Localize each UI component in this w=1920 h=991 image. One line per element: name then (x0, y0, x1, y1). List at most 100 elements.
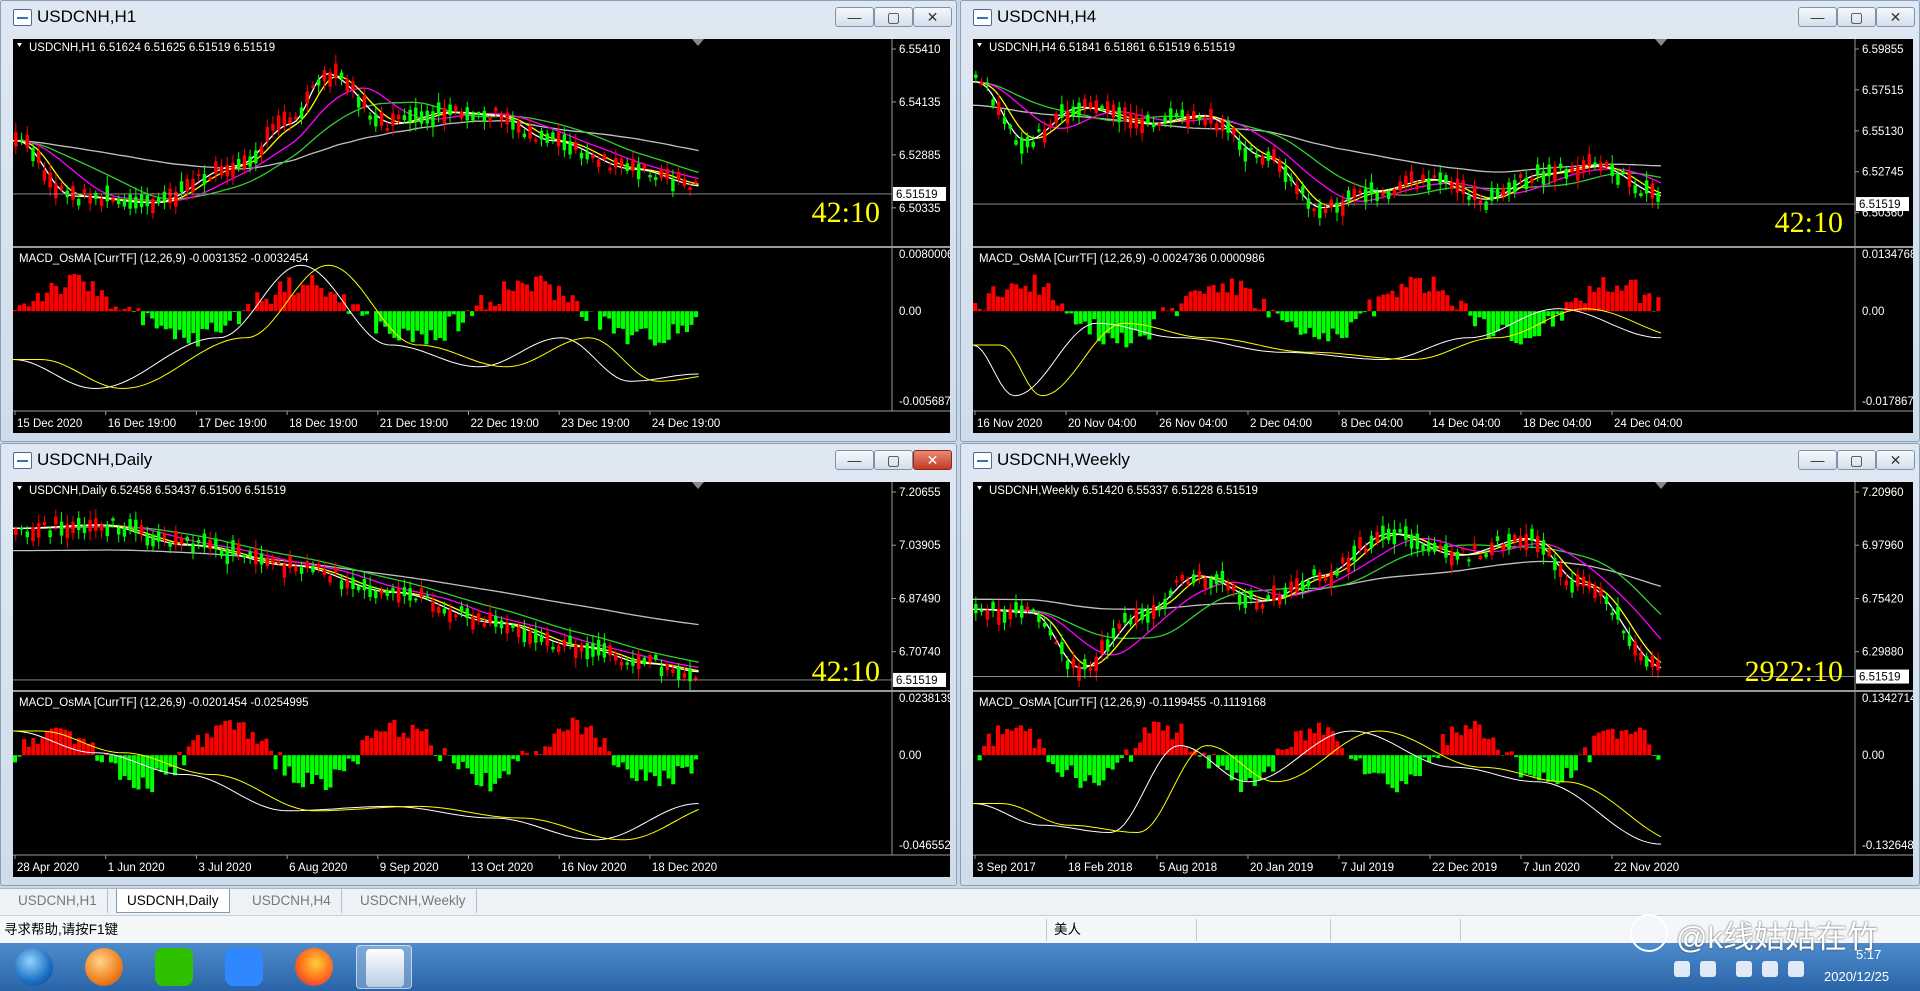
monitor-tray-icon[interactable] (1788, 961, 1804, 977)
osma-bar (255, 292, 260, 312)
candle-body (1283, 587, 1288, 597)
tab-usdcnh-h1[interactable]: USDCNH,H1 (8, 889, 108, 913)
candle-body (1014, 140, 1018, 145)
price-and-macd-chart[interactable]: USDCNH,Daily 6.52458 6.53437 6.51500 6.5… (13, 482, 950, 877)
taskbar-sync-app[interactable] (76, 945, 132, 989)
chart-area[interactable]: USDCNH,Daily 6.52458 6.53437 6.51500 6.5… (13, 482, 950, 877)
maximize-button[interactable]: ▢ (1837, 7, 1876, 27)
candle-body (294, 566, 298, 572)
watermark-text: @k线姑姑在竹 (1676, 920, 1878, 955)
tab-usdcnh-weekly[interactable]: USDCNH,Weekly (350, 889, 477, 913)
chart-window-usdcnh-weekly[interactable]: USDCNH,Weekly — ▢ ✕ USDCNH,Weekly 6.5142… (960, 443, 1920, 886)
osma-bar (570, 295, 575, 312)
time-tick-label: 5 Aug 2018 (1159, 862, 1217, 874)
price-and-macd-chart[interactable]: USDCNH,H1 6.51624 6.51625 6.51519 6.5151… (13, 39, 950, 433)
osma-bar (1390, 290, 1395, 312)
window-titlebar[interactable]: USDCNH,H1 — ▢ ✕ (1, 1, 956, 33)
clock-date[interactable]: 2020/12/25 (1824, 969, 1889, 984)
close-button[interactable]: ✕ (1876, 7, 1915, 27)
window-titlebar[interactable]: USDCNH,Daily — ▢ ✕ (1, 444, 956, 476)
time-tick-label: 26 Nov 04:00 (1159, 418, 1227, 430)
osma-bar (1422, 755, 1427, 758)
candle-body (36, 523, 41, 538)
taskbar-metatrader[interactable] (356, 945, 412, 989)
start-button[interactable] (6, 945, 62, 989)
osma-bar (200, 311, 205, 329)
candle-body (602, 643, 607, 658)
volume-tray-icon[interactable] (1762, 961, 1778, 977)
osma-bar (1436, 755, 1441, 759)
network-tray-icon[interactable] (1736, 961, 1752, 977)
close-button[interactable]: ✕ (913, 450, 952, 470)
candle-body (545, 632, 549, 646)
minimize-button[interactable]: — (1798, 7, 1837, 27)
osma-bar (1656, 297, 1661, 312)
candle-body (402, 115, 407, 121)
maximize-button[interactable]: ▢ (1837, 450, 1876, 470)
osma-bar (1005, 728, 1010, 756)
price-and-macd-chart[interactable]: USDCNH,Weekly 6.51420 6.55337 6.51228 6.… (973, 482, 1913, 877)
chart-shift-marker[interactable] (1655, 39, 1667, 46)
osma-bar (250, 732, 255, 756)
close-button[interactable]: ✕ (913, 7, 952, 27)
candle-body (1363, 188, 1368, 203)
candle-body (1495, 188, 1500, 197)
osma-bar (1037, 738, 1042, 756)
chart-window-usdcnh-h4[interactable]: USDCNH,H4 — ▢ ✕ USDCNH,H4 6.51841 6.5186… (960, 0, 1920, 442)
window-titlebar[interactable]: USDCNH,Weekly — ▢ ✕ (961, 444, 1919, 476)
taskbar-firefox[interactable] (286, 945, 342, 989)
collapse-triangle-icon[interactable] (977, 43, 982, 47)
osma-bar (223, 720, 228, 756)
minimize-button[interactable]: — (1798, 450, 1837, 470)
osma-bar (1133, 311, 1138, 331)
candle-body (1541, 540, 1546, 555)
taskbar-wechat[interactable] (146, 945, 202, 989)
chart-window-usdcnh-daily[interactable]: USDCNH,Daily — ▢ ✕ USDCNH,Daily 6.52458 … (0, 443, 957, 886)
minimize-button[interactable]: — (835, 7, 874, 27)
chart-shift-marker[interactable] (692, 39, 704, 46)
osma-bar (662, 311, 667, 344)
candle-body (591, 155, 595, 159)
window-title: USDCNH,Daily (37, 450, 153, 469)
candle-body (1232, 584, 1236, 591)
tab-usdcnh-daily[interactable]: USDCNH,Daily (116, 889, 230, 913)
status-profile[interactable]: 美人 (1054, 916, 1081, 944)
collapse-triangle-icon[interactable] (17, 486, 22, 490)
chart-area[interactable]: USDCNH,H1 6.51624 6.51625 6.51519 6.5151… (13, 39, 950, 433)
candle-body (1266, 151, 1270, 161)
chart-area[interactable]: USDCNH,Weekly 6.51420 6.55337 6.51228 6.… (973, 482, 1913, 877)
minimize-button[interactable]: — (835, 450, 874, 470)
osma-bar (1326, 727, 1331, 756)
candle-body (294, 116, 298, 120)
close-button[interactable]: ✕ (1876, 450, 1915, 470)
chart-shift-marker[interactable] (692, 482, 704, 489)
shield-tray-icon[interactable] (1700, 961, 1716, 977)
maximize-button[interactable]: ▢ (874, 450, 913, 470)
osma-bar (1023, 285, 1028, 312)
collapse-triangle-icon[interactable] (17, 43, 22, 47)
chart-shift-marker[interactable] (1655, 482, 1667, 489)
candle-body (236, 543, 241, 555)
osma-bar (410, 724, 415, 756)
price-and-macd-chart[interactable]: USDCNH,H4 6.51841 6.51861 6.51519 6.5151… (973, 39, 1913, 433)
candle-body (1197, 116, 1202, 120)
candle-body (551, 646, 555, 650)
osma-bar (497, 303, 502, 312)
osma-bar (95, 296, 100, 312)
window-titlebar[interactable]: USDCNH,H4 — ▢ ✕ (961, 1, 1919, 33)
tab-usdcnh-h4[interactable]: USDCNH,H4 (242, 889, 342, 913)
osma-bar (492, 755, 498, 784)
candle-body (1358, 190, 1362, 194)
chart-area[interactable]: USDCNH,H4 6.51841 6.51861 6.51519 6.5151… (973, 39, 1913, 433)
osma-bar (1349, 755, 1354, 759)
taskbar-feishu-docs[interactable] (216, 945, 272, 989)
osma-bar (255, 743, 260, 756)
candle-body (288, 117, 292, 124)
collapse-triangle-icon[interactable] (977, 486, 982, 490)
candle-body (659, 666, 664, 677)
chart-window-usdcnh-h1[interactable]: USDCNH,H1 — ▢ ✕ USDCNH,H1 6.51624 6.5162… (0, 0, 957, 442)
osma-bar (1147, 733, 1152, 756)
maximize-button[interactable]: ▢ (874, 7, 913, 27)
wechat-tray-icon[interactable] (1674, 961, 1690, 977)
osma-bar (1339, 311, 1344, 339)
